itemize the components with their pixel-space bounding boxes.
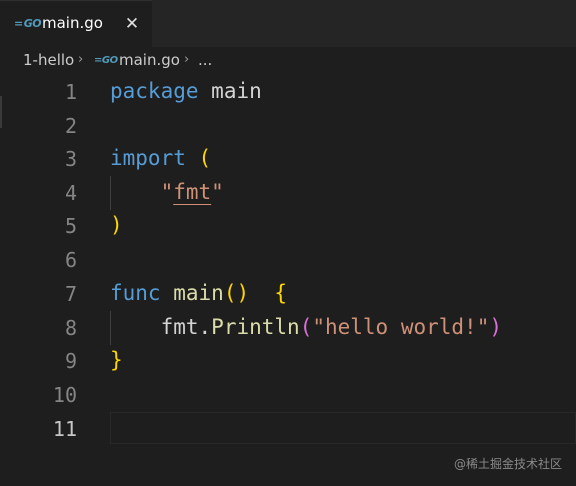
code-line: 6 [0, 243, 576, 277]
bracket: } [110, 348, 123, 372]
breadcrumb-file[interactable]: main.go [119, 51, 180, 69]
code-line: 7 func main() { [0, 277, 576, 311]
breadcrumb-folder[interactable]: 1-hello [23, 51, 74, 69]
line-number: 7 [64, 282, 77, 306]
code-line: 10 [0, 378, 576, 412]
breadcrumb-more[interactable]: ... [198, 51, 212, 69]
code-line: 1 package main [0, 75, 576, 109]
tab-bar: =GO main.go ✕ [0, 0, 576, 47]
keyword: func [110, 281, 161, 305]
code-line: 8 fmt.Println("hello world!") [0, 311, 576, 345]
code-line: 5 ) [0, 209, 576, 243]
function-call: Println [211, 315, 300, 339]
tab-main-go[interactable]: =GO main.go ✕ [0, 0, 152, 47]
bracket: ( [198, 146, 212, 170]
breadcrumb: 1-hello › =GO main.go › ... [0, 47, 576, 75]
current-code-line[interactable]: 11 [0, 412, 576, 446]
code-text: package main [110, 79, 262, 103]
code-text: import ( [110, 146, 211, 170]
code-editor[interactable]: 1 package main 2 3 import ( 4 "fmt" 5 ) … [0, 75, 576, 486]
watermark: @稀土掘金技术社区 [453, 457, 562, 471]
string-literal: "hello world!" [312, 315, 490, 339]
close-icon[interactable]: ✕ [122, 12, 142, 36]
code-line: 9 } [0, 344, 576, 378]
bracket: { [274, 281, 288, 305]
code-text: func main() { [110, 281, 287, 305]
bracket: ) [110, 213, 123, 237]
code-line: 3 import ( [0, 142, 576, 176]
line-number: 1 [64, 80, 77, 104]
tab-label: main.go [42, 14, 103, 32]
dot: . [198, 315, 212, 339]
line-number: 6 [64, 248, 77, 272]
function-name: main [173, 281, 224, 305]
current-line-highlight [110, 412, 576, 444]
line-number: 5 [64, 214, 77, 238]
bracket: ( [299, 315, 313, 339]
keyword: import [110, 146, 186, 170]
line-number: 10 [52, 383, 77, 407]
import-path: fmt [173, 180, 212, 204]
bracket: () [223, 281, 250, 305]
keyword: package [110, 79, 199, 103]
string-quote: " [160, 180, 174, 204]
code-text: ) [110, 213, 123, 237]
package-ref: fmt [160, 315, 199, 339]
line-number-active: 11 [52, 417, 77, 441]
bracket: ) [489, 315, 503, 339]
code-text: } [110, 348, 123, 372]
vscode-window: =GO main.go ✕ 1-hello › =GO main.go › ..… [0, 0, 576, 486]
line-number: 8 [64, 316, 77, 340]
code-line: 2 [0, 109, 576, 143]
code-text: fmt.Println("hello world!") [110, 315, 502, 339]
line-number: 4 [64, 181, 77, 205]
chevron-right-icon: › [78, 52, 84, 67]
go-file-icon: =GO [14, 17, 42, 30]
string-quote: " [211, 180, 224, 204]
code-line: 4 "fmt" [0, 176, 576, 210]
chevron-right-icon: › [184, 52, 190, 67]
line-number: 9 [64, 349, 77, 373]
line-number: 2 [64, 114, 77, 138]
go-file-icon: =GO [94, 55, 118, 66]
line-number: 3 [64, 147, 77, 171]
package-name: main [211, 79, 262, 103]
code-text: "fmt" [110, 180, 224, 204]
